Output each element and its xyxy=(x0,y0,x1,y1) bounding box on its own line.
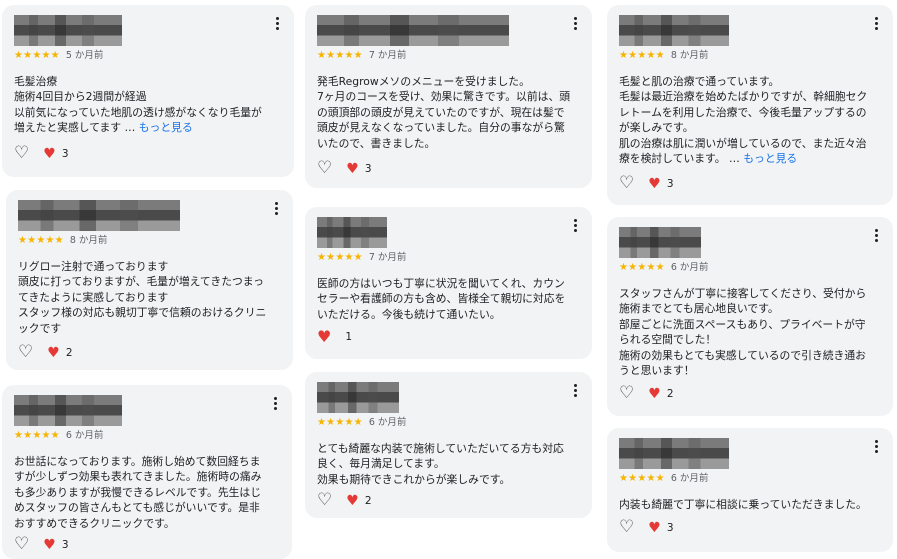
review-text: 毛髪治療 施術4回目から2週間が経過 以前気になっていた地肌の透け感がなくなり毛… xyxy=(14,75,262,135)
reviewer-avatar[interactable] xyxy=(619,438,729,469)
like-count: 2 xyxy=(65,346,73,359)
heart-icon: ♥ xyxy=(43,536,56,553)
review-card: ★★★★★ 7 か月前 発毛Regrowメソのメニューを受けました。 7ヶ月のコー… xyxy=(305,5,592,188)
review-card: ★★★★★ 8 か月前 リグロー注射で通っております 頭皮に打っておりますが、毛量… xyxy=(6,190,293,370)
review-time: 6 か月前 xyxy=(368,417,407,428)
reviewer-avatar[interactable] xyxy=(317,382,399,413)
heart-icon: ♥ xyxy=(346,160,359,177)
review-card: ★★★★★ 8 か月前 毛髪と肌の治療で通っています。 毛髪は最近治療を始めたばか… xyxy=(607,5,893,205)
review-text: お世話になっております。施術し始めて数回経ちま すが少しずつ効果も表れてきました… xyxy=(14,455,262,530)
review-time: 8 か月前 xyxy=(69,235,108,246)
star-rating: ★★★★★ xyxy=(317,252,363,263)
review-time: 6 か月前 xyxy=(670,262,709,273)
more-options-icon[interactable] xyxy=(275,202,279,216)
heart-icon: ♥ xyxy=(648,175,661,192)
more-options-icon[interactable] xyxy=(875,440,879,454)
review-time: 6 か月前 xyxy=(670,473,709,484)
more-options-icon[interactable] xyxy=(574,219,578,233)
like-count: 2 xyxy=(364,494,372,507)
more-options-icon[interactable] xyxy=(875,17,879,31)
review-text: 内装も綺麗で丁寧に相談に乗っていただきました。 xyxy=(619,498,867,511)
review-text: とても綺麗な内装で施術していただいてる方も対応 良く、毎月満足してます。 効果も… xyxy=(317,442,564,486)
heart-icon: ♥ xyxy=(346,492,359,509)
read-more-link[interactable]: もっと見る xyxy=(743,152,797,165)
like-heart-outline-icon[interactable]: ♡ xyxy=(317,160,332,177)
review-card: ★★★★★ 6 か月前 お世話になっております。施術し始めて数回経ちま すが少しず… xyxy=(2,385,292,559)
like-heart-outline-icon[interactable]: ♡ xyxy=(619,385,634,402)
like-count: 1 xyxy=(345,331,353,343)
review-time: 7 か月前 xyxy=(368,50,407,61)
reviewer-avatar[interactable] xyxy=(14,15,122,46)
review-text: 毛髪と肌の治療で通っています。 毛髪は最近治療を始めたばかりですが、幹細胞セク … xyxy=(619,75,868,166)
review-card: ★★★★★ 5 か月前 毛髪治療 施術4回目から2週間が経過 以前気になっていた地… xyxy=(2,5,294,177)
reviewer-avatar[interactable] xyxy=(619,227,701,258)
like-heart-outline-icon[interactable]: ♡ xyxy=(14,536,29,553)
like-count: 3 xyxy=(666,177,674,190)
reviewer-avatar[interactable] xyxy=(317,217,387,248)
reviewer-avatar[interactable] xyxy=(619,15,729,46)
heart-icon: ♥ xyxy=(43,145,56,162)
star-rating: ★★★★★ xyxy=(18,235,64,246)
heart-icon: ♥ xyxy=(47,344,60,361)
like-heart-outline-icon[interactable]: ♡ xyxy=(317,492,332,509)
review-text: リグロー注射で通っております 頭皮に打っておりますが、毛量が増えてきたつまっ て… xyxy=(18,260,267,335)
like-count: 3 xyxy=(364,162,372,175)
star-rating: ★★★★★ xyxy=(619,50,665,61)
heart-icon[interactable]: ♥ xyxy=(317,329,331,345)
review-time: 5 か月前 xyxy=(65,50,104,61)
heart-icon: ♥ xyxy=(648,519,661,536)
more-options-icon[interactable] xyxy=(875,229,879,243)
review-card: ★★★★★ 6 か月前 内装も綺麗で丁寧に相談に乗っていただきました。 ♡ ♥ 3 xyxy=(607,428,893,552)
reviewer-avatar[interactable] xyxy=(18,200,180,231)
star-rating: ★★★★★ xyxy=(619,473,665,484)
more-options-icon[interactable] xyxy=(276,17,280,31)
heart-icon: ♥ xyxy=(648,385,661,402)
star-rating: ★★★★★ xyxy=(317,417,363,428)
review-text: スタッフさんが丁寧に接客してくださり、受付から 施術までとても居心地良いです。 … xyxy=(619,287,867,378)
star-rating: ★★★★★ xyxy=(14,50,60,61)
like-heart-outline-icon[interactable]: ♡ xyxy=(18,344,33,361)
like-heart-outline-icon[interactable]: ♡ xyxy=(619,519,634,536)
reviewer-avatar[interactable] xyxy=(317,15,509,46)
review-card: ★★★★★ 6 か月前 とても綺麗な内装で施術していただいてる方も対応 良く、毎月… xyxy=(305,372,592,518)
more-options-icon[interactable] xyxy=(574,384,578,398)
like-count: 3 xyxy=(61,147,69,160)
star-rating: ★★★★★ xyxy=(14,430,60,441)
more-options-icon[interactable] xyxy=(274,397,278,411)
review-card: ★★★★★ 6 か月前 スタッフさんが丁寧に接客してくださり、受付から 施術までと… xyxy=(607,217,893,416)
like-heart-outline-icon[interactable]: ♡ xyxy=(619,175,634,192)
like-count: 3 xyxy=(666,521,674,534)
more-options-icon[interactable] xyxy=(574,17,578,31)
review-text: 医師の方はいつも丁寧に状況を聞いてくれ、カウン セラーや看護師の方も含め、皆様全… xyxy=(317,277,566,321)
star-rating: ★★★★★ xyxy=(317,50,363,61)
like-count: 2 xyxy=(666,387,674,400)
review-text: 発毛Regrowメソのメニューを受けました。 7ヶ月のコースを受け、効果に驚きで… xyxy=(317,75,571,150)
review-time: 8 か月前 xyxy=(670,50,709,61)
like-heart-outline-icon[interactable]: ♡ xyxy=(14,145,29,162)
review-time: 7 か月前 xyxy=(368,252,407,263)
like-count: 3 xyxy=(61,538,69,551)
reviewer-avatar[interactable] xyxy=(14,395,122,426)
review-time: 6 か月前 xyxy=(65,430,104,441)
review-card: ★★★★★ 7 か月前 医師の方はいつも丁寧に状況を聞いてくれ、カウン セラーや看… xyxy=(305,207,592,359)
read-more-link[interactable]: もっと見る xyxy=(139,121,193,134)
star-rating: ★★★★★ xyxy=(619,262,665,273)
